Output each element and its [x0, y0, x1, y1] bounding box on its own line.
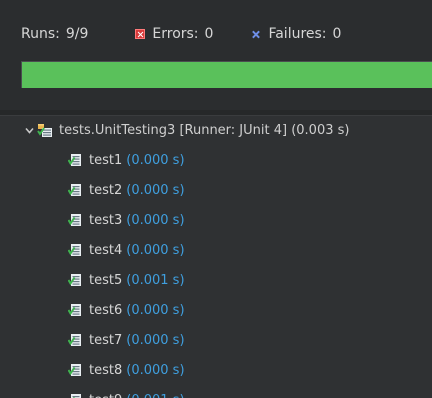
test-name: test4 — [89, 242, 123, 258]
test-time: (0.000 s) — [126, 212, 185, 228]
junit-test-passed-icon — [68, 214, 81, 226]
test-time: (0.001 s) — [126, 272, 185, 288]
test-time: (0.000 s) — [126, 242, 185, 258]
tree-test-row[interactable]: test5 (0.001 s) — [0, 265, 432, 295]
test-name: test9 — [89, 393, 122, 398]
errors-counter: Errors: 0 — [135, 26, 213, 42]
tree-suite-row[interactable]: tests.UnitTesting3 [Runner: JUnit 4] (0.… — [0, 115, 432, 145]
junit-test-passed-icon — [68, 304, 81, 316]
tree-test-row[interactable]: test9 (0.001 s) — [0, 385, 432, 398]
junit-view: Runs: 9/9 Errors: 0 Failures: 0 tests.Un… — [0, 0, 432, 398]
failures-label: Failures: — [268, 26, 327, 42]
test-time: (0.001 s) — [126, 393, 184, 398]
failures-value: 0 — [332, 26, 342, 42]
tree-test-row[interactable]: test2 (0.000 s) — [0, 175, 432, 205]
test-name: test3 — [89, 212, 123, 228]
progress-bar-fill — [22, 62, 432, 88]
tree-test-row[interactable]: test7 (0.000 s) — [0, 325, 432, 355]
junit-suite-passed-icon — [37, 124, 52, 137]
tree-test-row[interactable]: test3 (0.000 s) — [0, 205, 432, 235]
suite-label: tests.UnitTesting3 [Runner: JUnit 4] (0.… — [59, 122, 350, 138]
chevron-down-icon[interactable] — [25, 126, 34, 135]
junit-test-passed-icon — [68, 274, 81, 286]
test-name: test5 — [89, 272, 123, 288]
errors-value: 0 — [204, 26, 214, 42]
runs-label: Runs: — [21, 26, 60, 42]
test-name: test2 — [89, 182, 123, 198]
junit-test-passed-icon — [68, 364, 81, 376]
junit-test-passed-icon — [68, 334, 81, 346]
tree-test-row[interactable]: test1 (0.000 s) — [0, 145, 432, 175]
error-icon — [135, 29, 146, 39]
tree-test-row[interactable]: test6 (0.000 s) — [0, 295, 432, 325]
test-progress-bar — [21, 61, 432, 88]
tree-test-row[interactable]: test8 (0.000 s) — [0, 355, 432, 385]
test-counters: Runs: 9/9 Errors: 0 Failures: 0 — [0, 22, 432, 46]
test-time: (0.000 s) — [126, 362, 185, 378]
tree-test-row[interactable]: test4 (0.000 s) — [0, 235, 432, 265]
test-time: (0.000 s) — [126, 182, 185, 198]
test-time: (0.000 s) — [126, 152, 185, 168]
failures-counter: Failures: 0 — [251, 26, 341, 42]
runs-value: 9/9 — [65, 26, 89, 42]
errors-label: Errors: — [152, 26, 199, 42]
junit-test-passed-icon — [68, 184, 81, 196]
test-time: (0.000 s) — [126, 332, 185, 348]
junit-test-passed-icon — [68, 154, 81, 166]
runs-counter: Runs: 9/9 — [21, 26, 88, 42]
junit-test-passed-icon — [68, 244, 81, 256]
test-time: (0.000 s) — [126, 302, 185, 318]
failure-icon — [251, 30, 260, 39]
test-name: test1 — [89, 152, 123, 168]
junit-test-passed-icon — [71, 394, 81, 398]
test-tree: tests.UnitTesting3 [Runner: JUnit 4] (0.… — [0, 115, 432, 398]
test-name: test6 — [89, 302, 123, 318]
junit-summary-panel: Runs: 9/9 Errors: 0 Failures: 0 — [0, 0, 432, 110]
test-name: test7 — [89, 332, 123, 348]
test-name: test8 — [89, 362, 123, 378]
